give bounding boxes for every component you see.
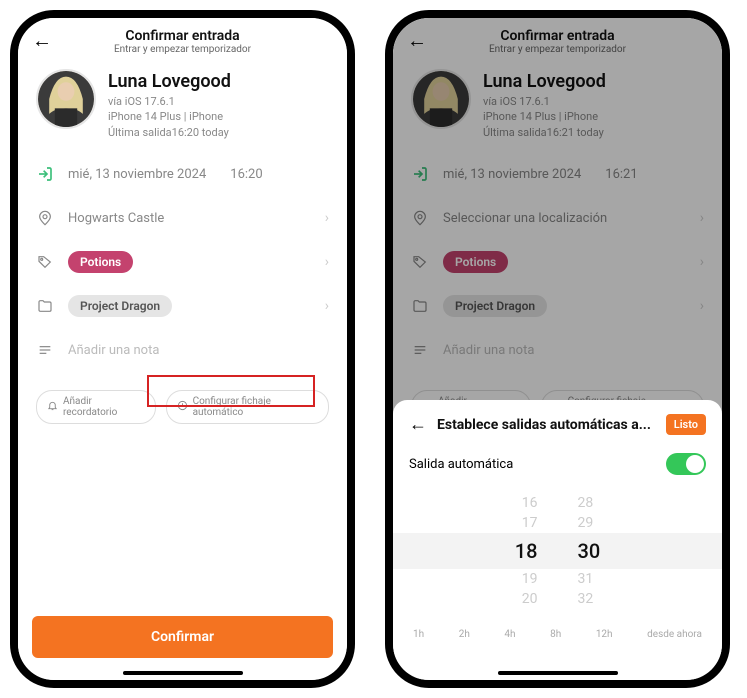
chip-reminder-label: Añadir recordatorio [63, 396, 145, 418]
row-project[interactable]: Project Dragon › [411, 284, 704, 328]
tag-pill: Potions [68, 251, 133, 273]
phone-right: ← Confirmar entrada Entrar y empezar tem… [385, 10, 730, 688]
phone-left: ← Confirmar entrada Entrar y empezar tem… [10, 10, 355, 688]
chevron-right-icon: › [700, 298, 704, 314]
row-tag[interactable]: Potions › [411, 240, 704, 284]
time-picker[interactable]: 1628 1729 1830 1931 2032 [409, 493, 706, 609]
user-summary: Luna Lovegood vía iOS 17.6.1 iPhone 14 P… [393, 61, 722, 152]
chevron-right-icon: › [700, 254, 704, 270]
note-placeholder: Añadir una nota [68, 343, 159, 358]
back-arrow-icon[interactable]: ← [407, 28, 427, 53]
header-subtitle: Entrar y empezar temporizador [407, 44, 708, 55]
date-value: mié, 13 noviembre 2024 [68, 167, 206, 182]
user-name: Luna Lovegood [108, 71, 231, 92]
note-icon [411, 342, 429, 358]
row-tag[interactable]: Potions › [36, 240, 329, 284]
quick-presets: 1h 2h 4h 8h 12h desde ahora [409, 629, 706, 640]
location-value: Seleccionar una localización [443, 211, 607, 226]
folder-icon [36, 298, 54, 314]
chevron-right-icon: › [325, 298, 329, 314]
bell-icon [47, 400, 58, 414]
user-os: vía iOS 17.6.1 [483, 94, 606, 109]
row-location[interactable]: Hogwarts Castle › [36, 196, 329, 240]
user-os: vía iOS 17.6.1 [108, 94, 231, 109]
chevron-right-icon: › [325, 210, 329, 226]
tag-pill: Potions [443, 251, 508, 273]
quick-8h[interactable]: 8h [550, 629, 561, 640]
bottom-sheet: ← Establece salidas automáticas a... Lis… [393, 400, 722, 680]
row-note[interactable]: Añadir una nota [36, 328, 329, 372]
location-value: Hogwarts Castle [68, 211, 164, 226]
toggle-label: Salida automática [409, 457, 513, 472]
tag-icon [411, 254, 429, 270]
project-pill: Project Dragon [68, 295, 172, 317]
location-icon [411, 210, 429, 226]
toggle-row: Salida automática [409, 453, 706, 475]
avatar [36, 69, 96, 129]
quick-1h[interactable]: 1h [413, 629, 424, 640]
login-icon [36, 166, 54, 182]
back-arrow-icon[interactable]: ← [409, 414, 427, 435]
chevron-right-icon: › [325, 254, 329, 270]
row-datetime[interactable]: mié, 13 noviembre 2024 16:21 [411, 152, 704, 196]
quick-4h[interactable]: 4h [504, 629, 515, 640]
home-indicator [123, 671, 243, 675]
header: ← Confirmar entrada Entrar y empezar tem… [393, 18, 722, 61]
user-last: Última salida16:21 today [483, 125, 606, 140]
row-location[interactable]: Seleccionar una localización › [411, 196, 704, 240]
quick-now[interactable]: desde ahora [647, 629, 702, 640]
avatar [411, 69, 471, 129]
sheet-title: Establece salidas automáticas a... [437, 417, 656, 433]
project-pill: Project Dragon [443, 295, 547, 317]
highlight-box [147, 375, 315, 407]
row-project[interactable]: Project Dragon › [36, 284, 329, 328]
chevron-right-icon: › [700, 210, 704, 226]
quick-12h[interactable]: 12h [596, 629, 613, 640]
row-note[interactable]: Añadir una nota [411, 328, 704, 372]
user-last: Última salida16:20 today [108, 125, 231, 140]
home-indicator [498, 671, 618, 675]
row-datetime[interactable]: mié, 13 noviembre 2024 16:20 [36, 152, 329, 196]
tag-icon [36, 254, 54, 270]
note-icon [36, 342, 54, 358]
back-arrow-icon[interactable]: ← [32, 28, 52, 53]
toggle-switch[interactable] [666, 453, 706, 475]
date-value: mié, 13 noviembre 2024 [443, 167, 581, 182]
time-value: 16:20 [230, 167, 262, 182]
user-name: Luna Lovegood [483, 71, 606, 92]
user-summary: Luna Lovegood vía iOS 17.6.1 iPhone 14 P… [18, 61, 347, 152]
time-value: 16:21 [605, 167, 637, 182]
header-title: Confirmar entrada [407, 28, 708, 44]
header: ← Confirmar entrada Entrar y empezar tem… [18, 18, 347, 61]
folder-icon [411, 298, 429, 314]
location-icon [36, 210, 54, 226]
user-device: iPhone 14 Plus | iPhone [108, 109, 231, 124]
done-button[interactable]: Listo [666, 414, 706, 435]
note-placeholder: Añadir una nota [443, 343, 534, 358]
header-title: Confirmar entrada [32, 28, 333, 44]
confirm-label: Confirmar [151, 629, 214, 645]
quick-2h[interactable]: 2h [459, 629, 470, 640]
login-icon [411, 166, 429, 182]
user-device: iPhone 14 Plus | iPhone [483, 109, 606, 124]
chip-reminder[interactable]: Añadir recordatorio [36, 390, 156, 424]
header-subtitle: Entrar y empezar temporizador [32, 44, 333, 55]
confirm-button[interactable]: Confirmar [32, 616, 333, 658]
